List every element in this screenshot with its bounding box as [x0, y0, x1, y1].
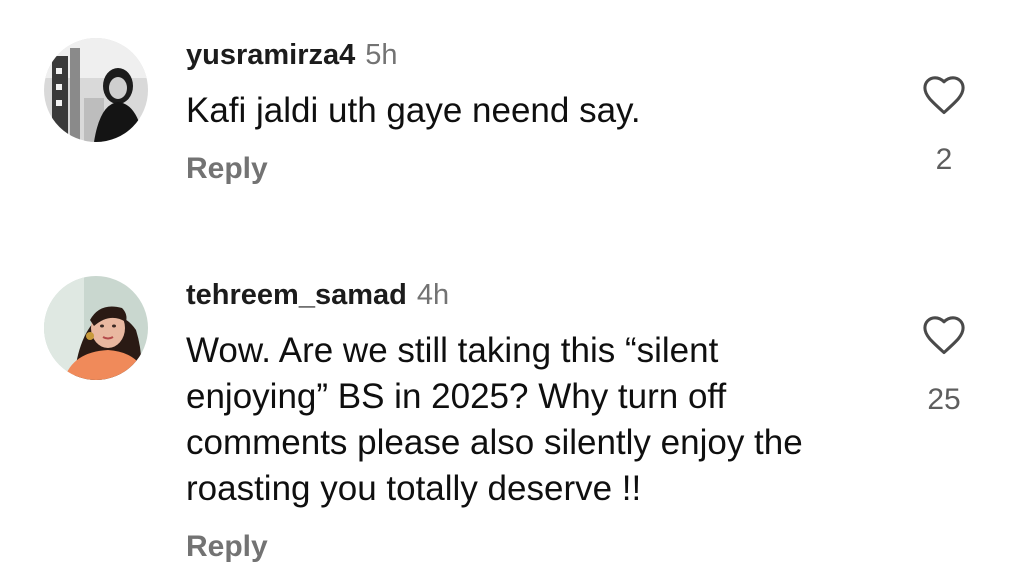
reply-button[interactable]: Reply: [186, 530, 268, 564]
comment-item: tehreem_samad 4h Wow. Are we still taking…: [0, 262, 1024, 584]
avatar-image: [44, 276, 148, 380]
like-count: 25: [927, 383, 961, 416]
comment-text: Wow. Are we still taking this “silent en…: [186, 331, 803, 508]
heart-icon[interactable]: [921, 74, 967, 116]
reply-button[interactable]: Reply: [186, 152, 268, 186]
comment-meta: tehreem_samad 4h: [186, 276, 884, 314]
like-control: 25: [912, 314, 976, 418]
like-count: 2: [935, 143, 953, 176]
like-control: 2: [912, 74, 976, 178]
username[interactable]: tehreem_samad: [186, 279, 407, 311]
timestamp: 4h: [416, 279, 450, 311]
avatar[interactable]: [44, 276, 148, 380]
comment-meta: yusramirza4 5h: [186, 36, 884, 74]
comment-body: tehreem_samad 4h Wow. Are we still taking…: [186, 276, 884, 564]
username[interactable]: yusramirza4: [186, 39, 355, 71]
heart-icon[interactable]: [921, 314, 967, 356]
timestamp: 5h: [365, 39, 398, 71]
comment-item: yusramirza4 5h Kafi jaldi uth gaye neend …: [0, 0, 1024, 240]
avatar-image: [44, 38, 148, 142]
comment-body: yusramirza4 5h Kafi jaldi uth gaye neend …: [186, 36, 884, 186]
avatar[interactable]: [44, 38, 148, 142]
comment-text: Kafi jaldi uth gaye neend say.: [186, 91, 641, 130]
